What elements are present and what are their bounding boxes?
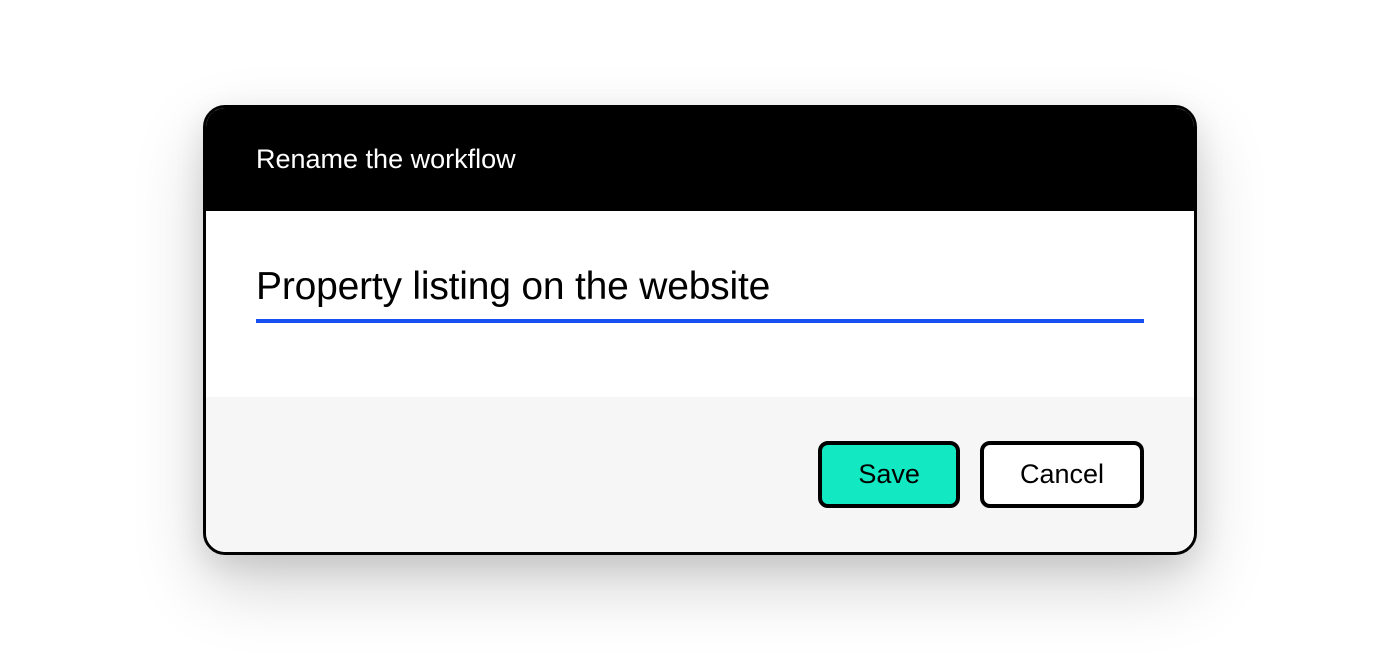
dialog-footer: Save Cancel — [206, 397, 1194, 552]
dialog-body — [206, 211, 1194, 397]
dialog-header: Rename the workflow — [206, 108, 1194, 211]
save-button[interactable]: Save — [818, 441, 960, 508]
cancel-button[interactable]: Cancel — [980, 441, 1144, 508]
dialog-title: Rename the workflow — [256, 144, 516, 174]
workflow-name-input[interactable] — [256, 265, 1144, 323]
rename-workflow-dialog: Rename the workflow Save Cancel — [203, 105, 1197, 555]
